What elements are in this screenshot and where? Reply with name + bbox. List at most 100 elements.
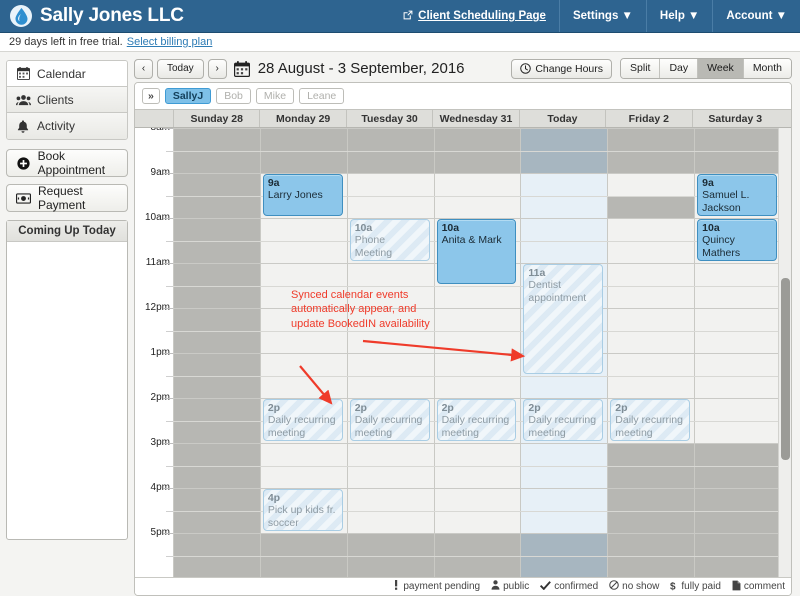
event-title: Phone Meeting: [354, 234, 393, 259]
person-icon: [491, 580, 500, 593]
change-hours-button[interactable]: Change Hours: [511, 58, 613, 79]
calendar-grid[interactable]: Synced calendar events automatically appe…: [173, 128, 781, 577]
sidebar-item-activity[interactable]: Activity: [7, 113, 127, 139]
coming-up-today-title: Coming Up Today: [7, 221, 127, 242]
brand[interactable]: Sally Jones LLC: [0, 0, 184, 32]
legend-item: comment: [732, 580, 785, 594]
hour-gridline: [173, 308, 778, 309]
view-month[interactable]: Month: [742, 59, 791, 78]
select-billing-plan-link[interactable]: Select billing plan: [127, 36, 213, 48]
nav-client-scheduling-page[interactable]: Client Scheduling Page: [390, 0, 559, 32]
staff-chip-bob[interactable]: Bob: [216, 88, 251, 104]
day-header-today[interactable]: Today: [518, 110, 605, 127]
hour-tick: [163, 308, 173, 309]
appointment-event[interactable]: 9a Larry Jones: [262, 174, 343, 216]
staff-chip-sallyj[interactable]: SallyJ: [164, 88, 212, 104]
event-time: 2p: [354, 402, 367, 414]
day-header-monday[interactable]: Monday 29: [259, 110, 345, 127]
nav-settings[interactable]: Settings ▼: [558, 0, 646, 32]
sidebar-item-calendar[interactable]: Calendar: [7, 61, 127, 87]
hour-tick: [163, 263, 173, 264]
external-link-icon: [403, 10, 413, 23]
appointment-event[interactable]: 9a Samuel L. Jackson: [697, 174, 777, 216]
clock-icon: [520, 63, 532, 74]
nav-account[interactable]: Account ▼: [712, 0, 800, 32]
trial-text: 29 days left in free trial.: [9, 36, 123, 48]
day-header-sunday[interactable]: Sunday 28: [173, 110, 259, 127]
half-hour-tick: [166, 555, 173, 557]
nav-help[interactable]: Help ▼: [645, 0, 713, 32]
hour-tick: [163, 128, 173, 129]
half-hour-tick: [166, 375, 173, 377]
staff-chip-mike[interactable]: Mike: [255, 88, 295, 104]
calendar-scrollbar[interactable]: [778, 128, 791, 577]
top-nav-links: Client Scheduling Page Settings ▼ Help ▼…: [390, 0, 800, 32]
legend-item: payment pending: [392, 580, 480, 593]
event-time: 4p: [267, 492, 281, 504]
request-payment-button[interactable]: Request Payment: [6, 184, 128, 212]
half-hour-gridline: [173, 330, 778, 332]
event-title: Daily recurring meeting: [267, 414, 336, 439]
nav-client-scheduling-page-label: Client Scheduling Page: [418, 10, 546, 22]
appointment-event[interactable]: 10a Quincy Mathers: [697, 219, 777, 261]
day-header-tuesday[interactable]: Tuesday 30: [345, 110, 432, 127]
calendar-scrollbar-thumb[interactable]: [781, 278, 790, 460]
view-week[interactable]: Week: [697, 59, 743, 78]
event-title: Dentist appointment: [528, 279, 587, 304]
event-time: 2p: [267, 402, 281, 414]
half-hour-gridline: [173, 375, 778, 377]
legend-item: no show: [609, 580, 659, 593]
request-payment-label: Request Payment: [38, 184, 86, 212]
annotation-line-3: update BookedIN availability: [291, 317, 430, 330]
synced-calendar-event[interactable]: 2p Daily recurring meeting: [436, 399, 517, 441]
day-header-friday[interactable]: Friday 2: [605, 110, 691, 127]
staff-chip-leane[interactable]: Leane: [299, 88, 345, 104]
sidebar-item-calendar-label: Calendar: [37, 66, 86, 81]
hour-gridline: [173, 353, 778, 354]
event-title: Daily recurring meeting: [441, 414, 510, 439]
event-time: 9a: [702, 177, 714, 189]
event-time: 2p: [615, 402, 628, 414]
synced-calendar-event[interactable]: 2p Daily recurring meeting: [262, 399, 343, 441]
legend-label: no show: [622, 581, 660, 592]
view-split[interactable]: Split: [621, 59, 660, 78]
next-week-button[interactable]: ›: [207, 58, 227, 79]
prev-week-button[interactable]: ‹: [134, 58, 153, 79]
event-title: Pick up kids fr. soccer: [267, 504, 336, 529]
event-title: Larry Jones: [267, 189, 323, 202]
half-hour-gridline: [173, 555, 778, 557]
event-time: 2p: [441, 402, 454, 414]
calendar-card: » SallyJ Bob Mike Leane Sunday 28 Monday…: [134, 82, 792, 596]
legend-item: $ fully paid: [670, 580, 720, 594]
collapse-filters-button[interactable]: »: [142, 88, 160, 104]
exclamation-icon: [392, 580, 400, 593]
book-appointment-button[interactable]: Book Appointment: [6, 149, 128, 177]
appointment-event[interactable]: 10a Anita & Mark: [436, 219, 517, 284]
hour-tick: [163, 398, 173, 399]
legend-item: public: [491, 580, 529, 593]
synced-calendar-event[interactable]: 2p Daily recurring meeting: [610, 399, 691, 441]
event-time: 10a: [702, 222, 720, 234]
event-title: Quincy Mathers: [702, 234, 741, 259]
half-hour-tick: [166, 285, 173, 287]
synced-calendar-event[interactable]: 11a Dentist appointment: [523, 264, 604, 374]
synced-calendar-event[interactable]: 2p Daily recurring meeting: [523, 399, 604, 441]
synced-calendar-event[interactable]: 4p Pick up kids fr. soccer: [262, 489, 343, 531]
event-time: 11a: [528, 267, 546, 279]
status-legend: payment pending public confirmed no show $ fu…: [135, 577, 791, 595]
calendar-grid-wrapper: 8am9am10am11am12pm1pm2pm3pm4pm5pm Synced…: [135, 128, 791, 577]
day-header-saturday[interactable]: Saturday 3: [691, 110, 778, 127]
staff-filter-bar: » SallyJ Bob Mike Leane: [135, 83, 791, 109]
hour-tick: [163, 443, 173, 444]
day-header-wednesday[interactable]: Wednesday 31: [432, 110, 518, 127]
view-mode-switcher: Split Day Week Month: [620, 58, 792, 79]
calendar-icon: [233, 60, 250, 77]
sidebar-item-clients[interactable]: Clients: [7, 87, 127, 113]
book-appointment-label: Book Appointment: [37, 149, 106, 177]
hour-tick: [163, 353, 173, 354]
unavailable-block: [608, 195, 695, 218]
synced-calendar-event[interactable]: 10a Phone Meeting: [349, 219, 430, 261]
view-day[interactable]: Day: [659, 59, 698, 78]
synced-calendar-event[interactable]: 2p Daily recurring meeting: [349, 399, 430, 441]
today-button[interactable]: Today: [157, 58, 204, 79]
